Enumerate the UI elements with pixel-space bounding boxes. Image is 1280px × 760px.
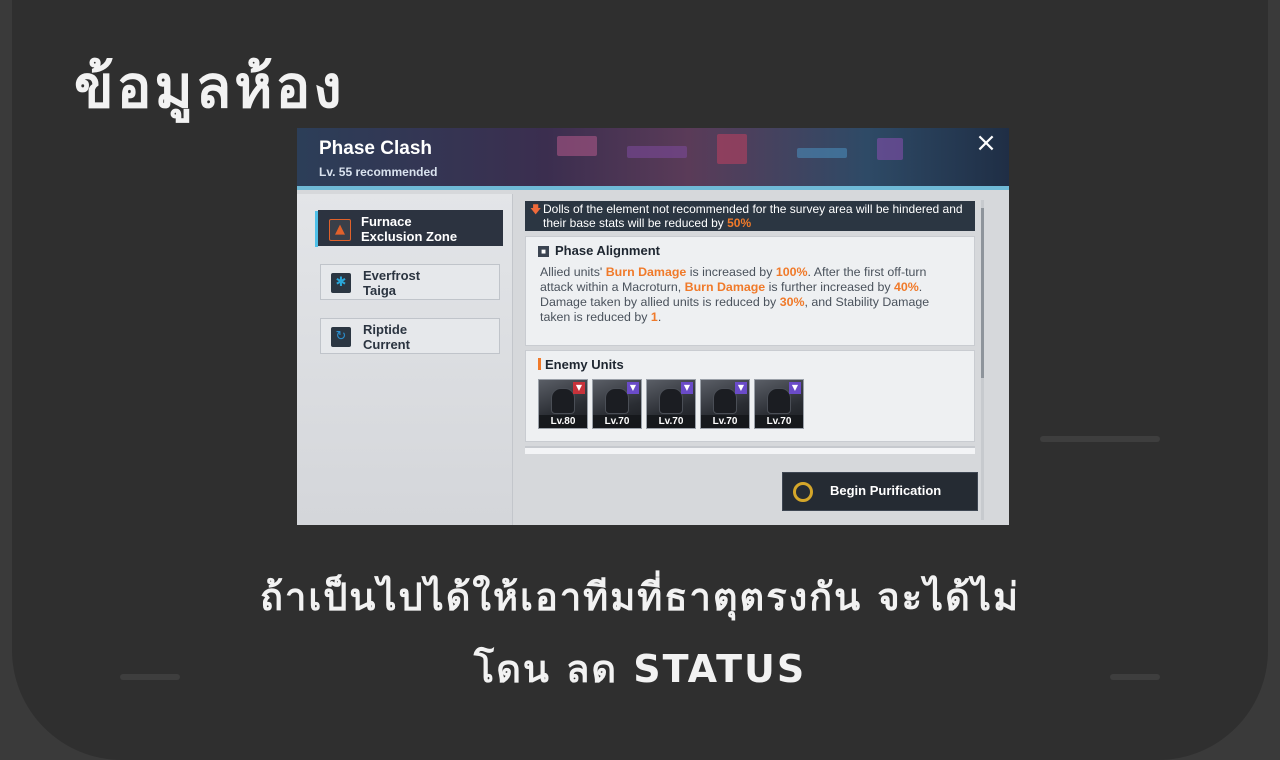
enemy-unit[interactable]: ▼ Lv.70 — [646, 379, 696, 429]
enemy-portrait — [551, 388, 575, 414]
enemy-portrait — [605, 388, 629, 414]
game-screenshot: Phase Clash Lv. 55 recommended × ▲ Furna… — [297, 128, 1009, 525]
burn-damage-term: Burn Damage — [684, 280, 766, 294]
phase-alignment-title-text: Phase Alignment — [555, 243, 660, 258]
desc-part: is further increased by — [765, 280, 894, 294]
dialog-header: Phase Clash Lv. 55 recommended × — [297, 128, 1009, 190]
desc-value: 1 — [650, 310, 658, 324]
header-glow — [797, 148, 847, 158]
enemy-portrait — [767, 388, 791, 414]
header-glow — [557, 136, 597, 156]
desc-part: Allied units' — [540, 265, 606, 279]
element-warning: 🡇 Dolls of the element not recommended f… — [525, 201, 975, 231]
zone-label-line1: Furnace — [361, 214, 412, 229]
caption-line-2: โดน ลด STATUS — [473, 647, 807, 691]
enemy-units-card: Enemy Units ▼ Lv.80 ▼ Lv.70 ▼ Lv.70 ▼ Lv… — [525, 350, 975, 442]
desc-value: 30% — [779, 295, 805, 309]
background-streak — [1040, 436, 1160, 442]
enemy-level: Lv.80 — [539, 415, 587, 428]
enemy-units-title-text: Enemy Units — [545, 357, 624, 372]
close-icon: × — [975, 128, 997, 158]
zone-label: Everfrost Taiga — [363, 268, 420, 298]
snowflake-icon: ✱ — [331, 273, 351, 293]
zone-label-line2: Current — [363, 337, 410, 352]
scrollbar-thumb[interactable] — [981, 208, 984, 378]
header-glow — [877, 138, 903, 160]
down-arrow-icon: 🡇 — [530, 204, 542, 216]
zone-item-furnace[interactable]: ▲ Furnace Exclusion Zone — [315, 210, 503, 247]
header-glow — [627, 146, 687, 158]
zone-item-riptide[interactable]: ↻ Riptide Current — [320, 318, 500, 354]
dialog-title: Phase Clash — [319, 138, 432, 159]
enemy-element-icon: ▼ — [573, 382, 585, 394]
accent-bar — [538, 358, 541, 370]
enemy-unit[interactable]: ▼ Lv.80 — [538, 379, 588, 429]
fire-icon: ▲ — [329, 219, 351, 241]
purification-icon — [793, 482, 813, 502]
zone-label: Riptide Current — [363, 322, 410, 352]
enemy-unit[interactable]: ▼ Lv.70 — [700, 379, 750, 429]
enemy-units-title: Enemy Units — [538, 357, 624, 372]
zone-label-line2: Taiga — [363, 283, 396, 298]
zone-label-line1: Riptide — [363, 322, 408, 337]
warning-text: Dolls of the element not recommended for… — [543, 202, 973, 230]
zone-label-line1: Everfrost — [363, 268, 421, 283]
enemy-level: Lv.70 — [593, 415, 641, 428]
begin-purification-label: Begin Purification — [830, 483, 942, 498]
phase-alignment-title: ■ Phase Alignment — [538, 243, 660, 258]
zone-label-line2: Exclusion Zone — [361, 229, 458, 244]
caption-line-1: ถ้าเป็นไปได้ให้เอาทีมที่ธาตุตรงกัน จะได้… — [259, 575, 1021, 619]
enemy-element-icon: ▼ — [789, 382, 801, 394]
desc-part: . — [657, 310, 662, 324]
phase-icon: ■ — [538, 246, 549, 257]
desc-value: 40% — [893, 280, 919, 294]
phase-alignment-description: Allied units' Burn Damage is increased b… — [540, 265, 960, 325]
phase-alignment-card: ■ Phase Alignment Allied units' Burn Dama… — [525, 236, 975, 346]
enemy-element-icon: ▼ — [627, 382, 639, 394]
header-glow — [717, 134, 747, 164]
enemy-unit[interactable]: ▼ Lv.70 — [592, 379, 642, 429]
dialog-subtitle: Lv. 55 recommended — [319, 165, 438, 179]
desc-part: . — [918, 280, 923, 294]
enemy-level: Lv.70 — [647, 415, 695, 428]
enemy-portrait — [713, 388, 737, 414]
enemy-level: Lv.70 — [701, 415, 749, 428]
cut-off-card — [525, 446, 975, 454]
enemy-unit[interactable]: ▼ Lv.70 — [754, 379, 804, 429]
burn-damage-term: Burn Damage — [605, 265, 687, 279]
warning-value: 50% — [727, 216, 752, 230]
zone-label: Furnace Exclusion Zone — [361, 214, 457, 244]
enemy-portrait — [659, 388, 683, 414]
enemy-element-icon: ▼ — [681, 382, 693, 394]
enemy-element-icon: ▼ — [735, 382, 747, 394]
close-button[interactable]: × — [973, 130, 999, 156]
wave-icon: ↻ — [331, 327, 351, 347]
desc-part: is increased by — [686, 265, 776, 279]
begin-purification-button[interactable]: Begin Purification — [782, 472, 978, 511]
zone-item-everfrost[interactable]: ✱ Everfrost Taiga — [320, 264, 500, 300]
page-heading: ข้อมูลห้อง — [74, 53, 345, 121]
enemy-level: Lv.70 — [755, 415, 803, 428]
zone-list: ▲ Furnace Exclusion Zone ✱ Everfrost Tai… — [297, 194, 513, 525]
warning-sentence: Dolls of the element not recommended for… — [543, 202, 963, 230]
desc-part: Damage taken by allied units is reduced … — [540, 295, 780, 309]
desc-value: 100% — [775, 265, 808, 279]
